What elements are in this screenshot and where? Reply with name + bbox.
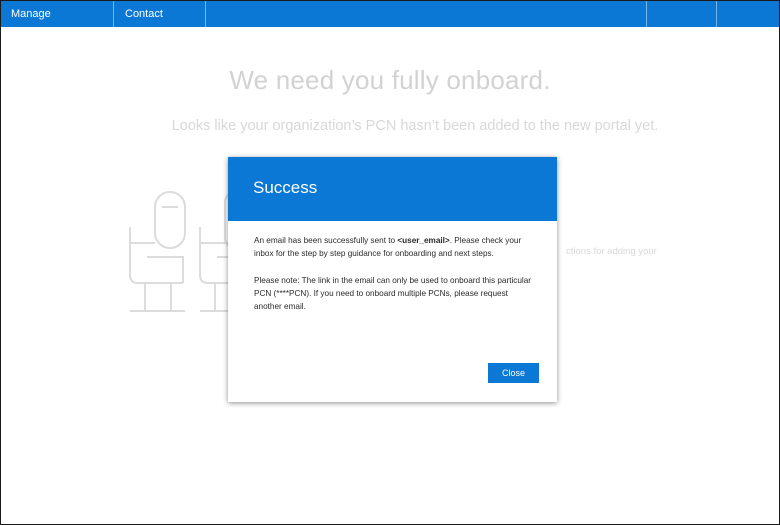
dialog-user-email: <user_email> (397, 236, 450, 245)
seats-illustration-icon (129, 191, 235, 312)
dialog-note: Please note: The link in the email can o… (254, 275, 532, 312)
nav-divider (646, 1, 647, 27)
success-dialog: Success An email has been successfully s… (228, 157, 557, 402)
dialog-title: Success (253, 178, 318, 197)
dialog-header: Success (228, 157, 557, 221)
page-subheadline: Looks like your organization’s PCN hasn’… (171, 118, 659, 134)
top-nav-bar: Manage Subscriptions Contact Support (1, 1, 779, 46)
nav-contact-support[interactable]: Contact Support (114, 1, 206, 46)
dialog-body: An email has been successfully sent to <… (254, 234, 536, 326)
app-window: Manage Subscriptions Contact Support We … (0, 0, 780, 525)
dialog-message: An email has been successfully sent to <… (254, 234, 536, 261)
dialog-message-lead: An email has been successfully sent to (254, 236, 398, 245)
background-instructions-text: ctions for adding your (566, 246, 657, 257)
close-button[interactable]: Close (488, 363, 539, 383)
page-headline: We need you fully onboard. (229, 65, 551, 95)
nav-divider (716, 1, 717, 27)
nav-manage-subscriptions[interactable]: Manage Subscriptions (1, 1, 114, 46)
